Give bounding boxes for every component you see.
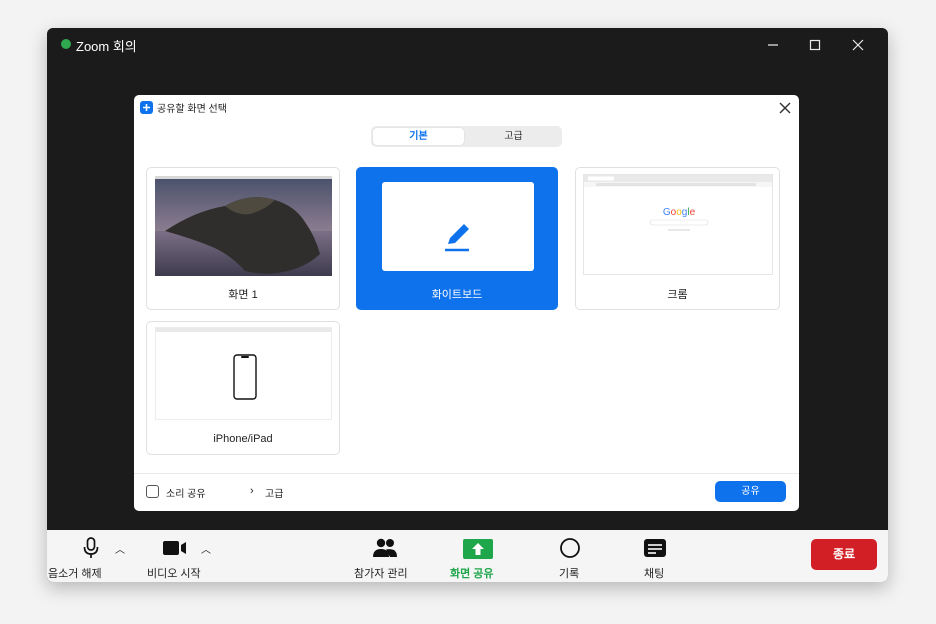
close-icon: [852, 39, 864, 51]
share-option-screen-1[interactable]: 화면 1: [146, 167, 340, 310]
participants-label: 참가자 관리: [354, 568, 408, 580]
footer-divider: [134, 473, 799, 474]
iphone-thumbnail: [155, 327, 332, 420]
pen-icon: [445, 224, 469, 252]
share-screen-button[interactable]: 화면 공유: [442, 530, 514, 582]
tab-advanced[interactable]: 고급: [468, 128, 559, 145]
close-icon: [779, 102, 791, 114]
svg-text:Google: Google: [663, 207, 696, 218]
close-window-button[interactable]: [845, 34, 871, 56]
audio-options-caret-icon[interactable]: ︿: [115, 541, 125, 556]
mute-button[interactable]: 음소거 해제: [47, 530, 137, 582]
participants-icon: [373, 538, 397, 557]
title-bar: Zoom 회의: [47, 28, 888, 60]
minimize-button[interactable]: [760, 34, 786, 56]
end-meeting-button[interactable]: 종료: [811, 539, 877, 570]
card-label: 화이트보드: [431, 289, 483, 301]
whiteboard-thumbnail: [382, 182, 534, 271]
share-screen-icon: [463, 539, 493, 559]
share-button[interactable]: 공유: [715, 481, 786, 502]
chat-icon: [644, 539, 666, 557]
advanced-options-link[interactable]: 고급: [265, 485, 283, 500]
share-screen-label: 화면 공유: [450, 568, 494, 580]
sound-share-checkbox[interactable]: [146, 485, 159, 498]
maximize-button[interactable]: [802, 34, 828, 56]
record-icon: [560, 538, 580, 558]
record-button[interactable]: 기록: [547, 530, 595, 582]
record-label: 기록: [559, 568, 580, 580]
video-label: 비디오 시작: [147, 568, 201, 580]
zoom-status-icon: [61, 39, 71, 49]
card-label: 화면 1: [228, 289, 258, 301]
meeting-toolbar: 음소거 해제 ︿ 비디오 시작 ︿ 참가자 관리 화면 공유 기록 채팅 종료: [47, 530, 888, 582]
card-label: iPhone/iPad: [213, 433, 273, 445]
video-button[interactable]: 비디오 시작: [142, 530, 222, 582]
share-screen-dialog: 공유할 화면 선택 기본 고급 화면 1 화이트보드 Google 크롬 iPh…: [134, 95, 799, 511]
sound-share-label: 소리 공유: [166, 489, 206, 500]
dialog-close-button[interactable]: [777, 100, 793, 116]
chevron-right-icon[interactable]: ›: [250, 485, 254, 497]
share-plus-icon: [140, 101, 153, 114]
zoom-window: Zoom 회의 공유할 화면 선택 기본 고급 화면 1 화이트보드 Googl…: [47, 28, 888, 582]
mute-label: 음소거 해제: [48, 568, 102, 580]
share-option-chrome[interactable]: Google 크롬: [575, 167, 780, 310]
card-label: 크롬: [667, 289, 688, 301]
video-options-caret-icon[interactable]: ︿: [201, 541, 211, 556]
phone-icon: [233, 354, 257, 400]
microphone-icon: [83, 537, 99, 558]
share-option-whiteboard[interactable]: 화이트보드: [356, 167, 558, 310]
chrome-thumbnail: Google: [583, 174, 773, 275]
share-option-iphone-ipad[interactable]: iPhone/iPad: [146, 321, 340, 455]
video-camera-icon: [163, 541, 186, 555]
maximize-icon: [809, 39, 821, 51]
participants-button[interactable]: 참가자 관리: [347, 530, 427, 582]
chat-button[interactable]: 채팅: [632, 530, 680, 582]
desktop-thumbnail: [155, 176, 332, 276]
window-title: Zoom 회의: [76, 39, 137, 54]
tab-basic[interactable]: 기본: [373, 128, 464, 145]
minimize-icon: [768, 44, 778, 46]
dialog-title: 공유할 화면 선택: [157, 104, 227, 115]
chat-label: 채팅: [644, 568, 665, 580]
tab-switcher: 기본 고급: [371, 126, 562, 147]
